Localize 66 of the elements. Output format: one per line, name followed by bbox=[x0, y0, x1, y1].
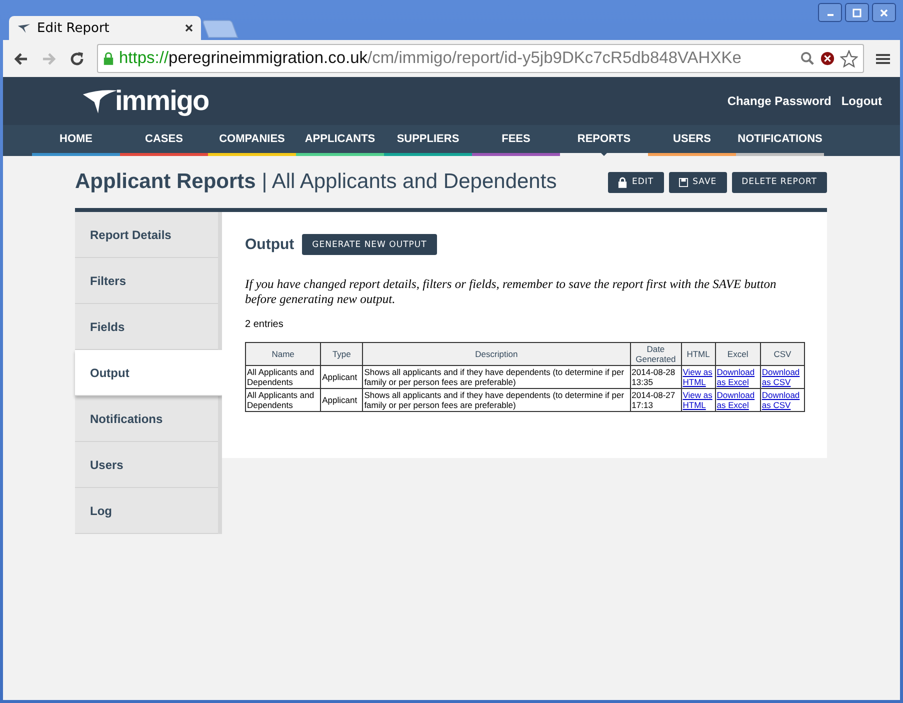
column-header: Excel bbox=[715, 342, 760, 366]
star-icon[interactable] bbox=[840, 50, 858, 68]
minimize-icon bbox=[826, 14, 834, 16]
reload-icon[interactable] bbox=[69, 50, 85, 66]
address-bar[interactable]: https://peregrineimmigration.co.uk/cm/immigo/report/id-y5jb9DKc7cR5db848VAHXKe bbox=[97, 44, 864, 73]
notice-text: If you have changed report details, filters or fields, remember to save the report first with the SAVE button before generating new output. bbox=[245, 277, 778, 307]
table-cell: Applicant bbox=[322, 395, 358, 405]
action-button[interactable]: EDIT bbox=[608, 172, 664, 192]
table-cell: 2014-08-28 13:35 bbox=[632, 367, 676, 387]
section-heading: Output bbox=[245, 236, 294, 253]
maximize-icon bbox=[852, 8, 862, 18]
sidebar-item[interactable]: Output bbox=[75, 350, 222, 396]
column-header: Description bbox=[362, 342, 630, 366]
column-header: HTML bbox=[681, 342, 716, 366]
page-title: Applicant Reports | All Applicants and Dependents bbox=[75, 170, 557, 194]
nav-tab[interactable]: USERS bbox=[648, 125, 736, 156]
column-header: Date Generated bbox=[630, 342, 682, 366]
generate-button[interactable]: GENERATE NEW OUTPUT bbox=[302, 234, 437, 255]
table-cell: All Applicants and Dependents bbox=[247, 367, 314, 387]
entries-count: 2 entries bbox=[245, 319, 284, 330]
table-cell: 2014-08-27 17:13 bbox=[632, 390, 676, 410]
sidebar-item[interactable]: Notifications bbox=[75, 396, 218, 442]
header-link[interactable]: Logout bbox=[841, 94, 882, 108]
table-cell: Applicant bbox=[322, 372, 358, 382]
menu-icon[interactable] bbox=[876, 52, 890, 66]
column-header: Type bbox=[320, 342, 363, 366]
nav-tab[interactable]: APPLICANTS bbox=[296, 125, 384, 156]
back-icon[interactable] bbox=[13, 50, 29, 66]
sidebar-item[interactable]: Report Details bbox=[75, 212, 218, 258]
sidebar-item[interactable]: Filters bbox=[75, 258, 218, 304]
table-cell: All Applicants and Dependents bbox=[247, 390, 314, 410]
nav-tab[interactable]: SUPPLIERS bbox=[384, 125, 472, 156]
header-link[interactable]: Change Password bbox=[727, 94, 832, 108]
table-link[interactable]: Download as Excel bbox=[716, 367, 759, 387]
logo-text[interactable]: immigo bbox=[115, 85, 209, 117]
table-cell: Shows all applicants and if they have dependents (to determine if per family or per person fees are preferable) bbox=[364, 390, 624, 410]
column-header: CSV bbox=[760, 342, 804, 366]
nav-tab[interactable]: HOME bbox=[32, 125, 120, 156]
nav-tab[interactable]: FEES bbox=[472, 125, 560, 156]
close-icon bbox=[879, 8, 889, 18]
browser-tab[interactable]: Edit Report bbox=[9, 16, 201, 40]
column-header: Name bbox=[246, 342, 321, 366]
table-link[interactable]: Download as Excel bbox=[716, 390, 759, 410]
close-button[interactable] bbox=[872, 3, 896, 22]
bird-icon bbox=[17, 22, 31, 34]
tab-title: Edit Report bbox=[37, 20, 110, 36]
sidebar-item[interactable]: Users bbox=[75, 442, 218, 488]
search-icon[interactable] bbox=[800, 51, 815, 66]
table-link[interactable]: Download as CSV bbox=[762, 367, 803, 387]
maximize-button[interactable] bbox=[845, 3, 869, 22]
nav-tab[interactable]: CASES bbox=[120, 125, 208, 156]
table-cell: Shows all applicants and if they have dependents (to determine if per family or per person fees are preferable) bbox=[364, 367, 624, 387]
blocked-icon[interactable] bbox=[820, 51, 835, 66]
action-button[interactable]: DELETE REPORT bbox=[732, 172, 827, 192]
lock-icon bbox=[103, 52, 114, 65]
action-button[interactable]: SAVE bbox=[668, 172, 727, 192]
minimize-button[interactable] bbox=[818, 3, 842, 22]
close-icon[interactable] bbox=[185, 24, 193, 32]
nav-tab[interactable]: NOTIFICATIONS bbox=[736, 125, 824, 156]
table-link[interactable]: Download as CSV bbox=[762, 390, 803, 410]
table-link[interactable]: View as HTML bbox=[682, 390, 714, 410]
sidebar-item[interactable]: Log bbox=[75, 488, 218, 534]
nav-tab[interactable]: COMPANIES bbox=[208, 125, 296, 156]
lock-icon bbox=[618, 176, 627, 188]
nav-tab[interactable]: REPORTS bbox=[560, 125, 648, 156]
table-link[interactable]: View as HTML bbox=[682, 367, 714, 387]
